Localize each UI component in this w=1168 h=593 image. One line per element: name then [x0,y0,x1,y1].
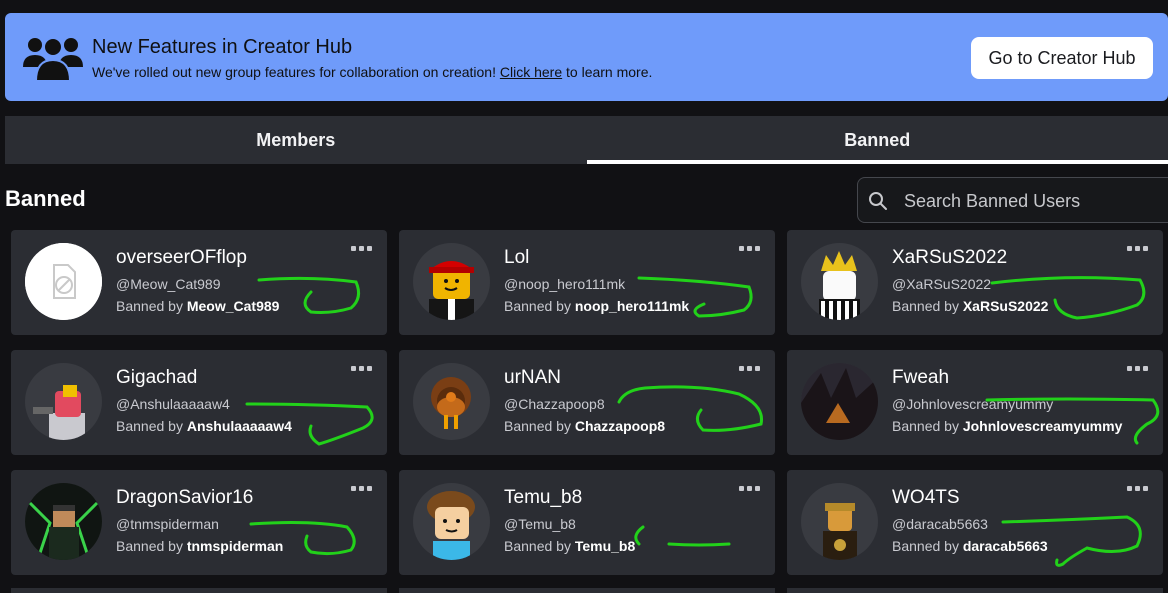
pirate-avatar [823,503,857,560]
banned-by-user: Chazzapoop8 [574,418,666,434]
search-box [857,177,1168,223]
tab-bar: Members Banned [5,116,1168,164]
more-options-icon[interactable] [737,362,761,374]
banned-user-card[interactable]: WO4TS @daracab5663 Banned by daracab5663 [787,470,1163,575]
more-options-icon[interactable] [737,482,761,494]
banned-by-line: Banned by Anshulaaaaaw4 [116,418,292,434]
banned-by-user: daracab5663 [962,538,1048,554]
banned-by-user: tnmspiderman [186,538,284,554]
pink-hair-avatar [33,385,85,440]
banned-by-user: Temu_b8 [574,538,636,554]
banner-desc-prefix: We've rolled out new group features for … [92,64,496,80]
banned-by-prefix: Banned by [504,298,571,314]
avatar[interactable] [801,363,878,440]
banned-user-card[interactable]: XaRSuS2022 @XaRSuS2022 Banned by XaRSuS202… [787,230,1163,335]
banned-by-user: Johnlovescreamyummy [962,418,1123,434]
avatar[interactable] [413,483,490,560]
banned-by-user: noop_hero111mk [574,298,690,314]
banned-by-user: Anshulaaaaaw4 [186,418,292,434]
user-handle: @XaRSuS2022 [892,276,992,292]
banned-user-card[interactable]: Lol @noop_hero111mk Banned by noop_hero111… [399,230,775,335]
user-display-name[interactable]: overseerOFflop [116,247,247,269]
bacon-hair-avatar [427,491,475,560]
banned-by-line: Banned by Chazzapoop8 [504,418,665,434]
banned-by-prefix: Banned by [504,538,571,554]
more-options-icon[interactable] [349,362,373,374]
group-icon [23,37,83,81]
avatar[interactable] [413,363,490,440]
banned-by-line: Banned by Johnlovescreamyummy [892,418,1122,434]
banner-title: New Features in Creator Hub [92,36,353,58]
more-options-icon[interactable] [349,482,373,494]
banned-by-prefix: Banned by [116,538,183,554]
user-display-name[interactable]: Lol [504,247,529,269]
turkey-avatar [431,377,471,429]
avatar[interactable] [25,243,102,320]
banned-by-user: XaRSuS2022 [962,298,1049,314]
user-display-name[interactable]: XaRSuS2022 [892,247,1007,269]
user-handle: @Meow_Cat989 [116,276,221,292]
banned-by-prefix: Banned by [892,538,959,554]
next-row-card [787,588,1163,593]
user-handle: @daracab5663 [892,516,988,532]
user-handle: @Anshulaaaaaw4 [116,396,230,412]
banner-description: We've rolled out new group features for … [92,64,652,80]
more-options-icon[interactable] [1125,482,1149,494]
avatar[interactable] [801,483,878,560]
more-options-icon[interactable] [1125,362,1149,374]
banned-by-line: Banned by daracab5663 [892,538,1048,554]
next-row-card [399,588,775,593]
search-icon [869,192,887,210]
banned-by-prefix: Banned by [892,418,959,434]
click-here-link[interactable]: Click here [500,64,562,80]
banned-by-prefix: Banned by [116,298,183,314]
search-banned-users-input[interactable] [902,186,1166,216]
tab-banned[interactable]: Banned [586,116,1168,164]
creator-hub-banner: New Features in Creator Hub We've rolled… [5,13,1168,101]
section-title: Banned [5,186,86,211]
more-options-icon[interactable] [737,242,761,254]
user-display-name[interactable]: urNAN [504,367,561,389]
user-display-name[interactable]: DragonSavior16 [116,487,253,509]
avatar[interactable] [25,363,102,440]
banned-user-card[interactable]: Temu_b8 @Temu_b8 Banned by Temu_b8 [399,470,775,575]
banner-desc-suffix: to learn more. [566,64,653,80]
banned-by-line: Banned by tnmspiderman [116,538,283,554]
user-display-name[interactable]: WO4TS [892,487,960,509]
user-display-name[interactable]: Temu_b8 [504,487,582,509]
banned-user-card[interactable]: Gigachad @Anshulaaaaaw4 Banned by Anshulaa… [11,350,387,455]
go-to-creator-hub-button[interactable]: Go to Creator Hub [971,37,1153,79]
user-handle: @Johnlovescreamyummy [892,396,1054,412]
banned-by-prefix: Banned by [892,298,959,314]
banned-by-line: Banned by Temu_b8 [504,538,635,554]
avatar[interactable] [25,483,102,560]
user-display-name[interactable]: Gigachad [116,367,197,389]
dragon-avatar [25,483,102,560]
more-options-icon[interactable] [349,242,373,254]
more-options-icon[interactable] [1125,242,1149,254]
banned-by-line: Banned by XaRSuS2022 [892,298,1048,314]
avatar[interactable] [801,243,878,320]
avatar[interactable] [413,243,490,320]
user-handle: @noop_hero111mk [504,276,626,292]
banned-user-card[interactable]: DragonSavior16 @tnmspiderman Banned by tnm… [11,470,387,575]
user-handle: @Temu_b8 [504,516,576,532]
banned-by-line: Banned by Meow_Cat989 [116,298,279,314]
banned-user-card[interactable]: Fweah @Johnlovescreamyummy Banned by Johnl… [787,350,1163,455]
placeholder-avatar [25,243,102,320]
banned-user-card[interactable]: overseerOFflop @Meow_Cat989 Banned by Meow… [11,230,387,335]
user-handle: @Chazzapoop8 [504,396,605,412]
banned-by-user: Meow_Cat989 [186,298,280,314]
red-cap-avatar [429,261,474,320]
tab-members[interactable]: Members [5,116,587,164]
user-handle: @tnmspiderman [116,516,219,532]
banned-by-prefix: Banned by [116,418,183,434]
next-row-card [11,588,387,593]
banned-by-prefix: Banned by [504,418,571,434]
dark-hair-avatar [801,363,878,440]
banned-by-line: Banned by noop_hero111mk [504,298,689,314]
crowned-avatar [819,251,860,320]
banned-user-card[interactable]: urNAN @Chazzapoop8 Banned by Chazzapoop8 [399,350,775,455]
user-display-name[interactable]: Fweah [892,367,949,389]
